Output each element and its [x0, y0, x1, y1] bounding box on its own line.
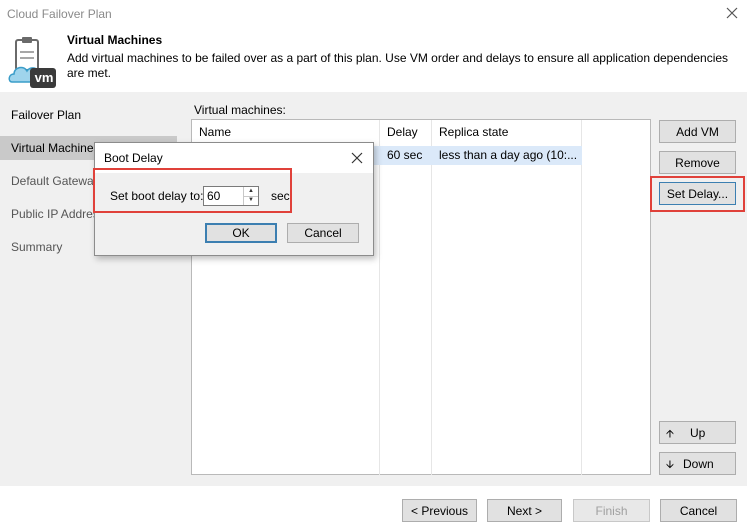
cancel-button[interactable]: Cancel	[660, 499, 737, 522]
down-button[interactable]: 🡫 Down	[659, 452, 736, 475]
arrow-down-icon: 🡫	[666, 459, 674, 471]
column-header-replica-state[interactable]: Replica state	[432, 120, 582, 144]
boot-delay-dialog: Boot Delay Set boot delay to: ▲ ▼ sec OK…	[93, 142, 374, 256]
page-title: Virtual Machines	[67, 33, 163, 47]
dialog-title: Boot Delay	[104, 151, 163, 165]
dialog-ok-button[interactable]: OK	[205, 223, 277, 243]
window-title: Cloud Failover Plan	[7, 7, 112, 21]
add-vm-button[interactable]: Add VM	[659, 120, 736, 143]
row-delay-cell: 60 sec	[387, 148, 423, 162]
up-button[interactable]: 🡩 Up	[659, 421, 736, 444]
window-close-button[interactable]	[722, 3, 742, 23]
next-button[interactable]: Next >	[487, 499, 562, 522]
page-description: Add virtual machines to be failed over a…	[67, 51, 729, 80]
previous-button[interactable]: < Previous	[402, 499, 477, 522]
column-header-name[interactable]: Name	[192, 120, 380, 144]
column-divider	[581, 120, 582, 475]
boot-delay-highlight	[93, 168, 292, 213]
row-replica-state-cell: less than a day ago (10:...	[439, 148, 578, 162]
up-button-label: Up	[690, 426, 706, 440]
column-divider	[431, 120, 432, 475]
down-button-label: Down	[683, 457, 714, 471]
vm-list-label: Virtual machines:	[194, 103, 286, 117]
remove-button[interactable]: Remove	[659, 151, 736, 174]
column-header-delay[interactable]: Delay	[380, 120, 432, 144]
set-delay-highlight	[650, 176, 745, 212]
dialog-cancel-button[interactable]: Cancel	[287, 223, 359, 243]
dialog-close-button[interactable]	[347, 148, 367, 168]
nav-item-failover-plan[interactable]: Failover Plan	[0, 103, 177, 127]
finish-button: Finish	[573, 499, 650, 522]
window-title-bar	[0, 0, 747, 28]
close-icon	[351, 152, 363, 164]
column-divider	[379, 120, 380, 475]
vm-badge-label: vm	[34, 70, 54, 85]
arrow-up-icon: 🡩	[666, 428, 674, 440]
close-icon	[726, 7, 738, 19]
